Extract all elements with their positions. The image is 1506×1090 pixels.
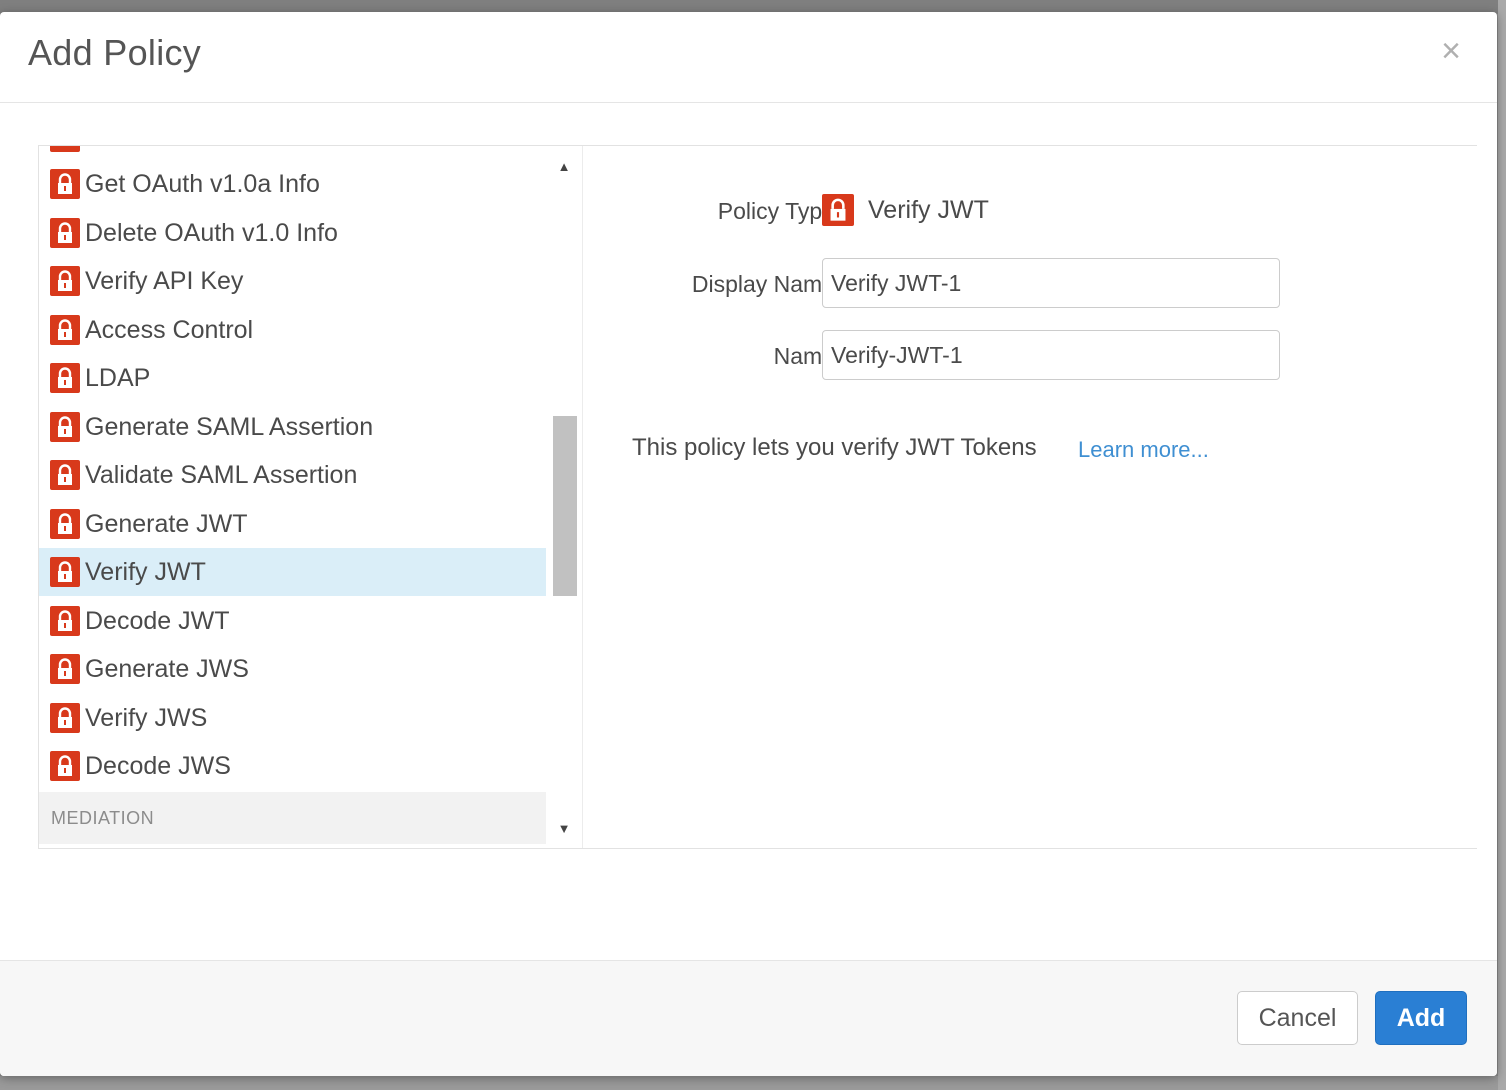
policy-list-item[interactable]: Delete OAuth v1.0 Info	[39, 209, 546, 257]
lock-icon	[822, 194, 854, 226]
policy-list-item-label: Generate JWS	[85, 654, 249, 683]
policy-list-item-label: Decode JWS	[85, 751, 231, 780]
display-name-input[interactable]	[822, 258, 1280, 308]
lock-icon	[50, 509, 80, 539]
policy-list-item[interactable]: Get OAuth v1.0a Info	[39, 160, 546, 208]
policy-list-item[interactable]: Generate SAML Assertion	[39, 403, 546, 451]
policy-list-item[interactable]: LDAP	[39, 354, 546, 402]
policy-list-item[interactable]: Access Control	[39, 306, 546, 354]
name-label: Name	[773, 343, 835, 369]
lock-icon	[50, 751, 80, 781]
lock-icon	[50, 460, 80, 490]
dialog-title: Add Policy	[28, 32, 202, 73]
policy-list-item[interactable]: Verify API Key	[39, 257, 546, 305]
scroll-up-arrow-icon[interactable]: ▲	[546, 154, 582, 178]
background-overlay	[1498, 0, 1506, 1090]
policy-list-item-label: Access Control	[85, 315, 254, 344]
policy-list-item[interactable]: Verify JWT	[39, 548, 546, 596]
background-editor-footer	[0, 1076, 1506, 1090]
policy-list-item[interactable]: Validate SAML Assertion	[39, 451, 546, 499]
lock-icon	[50, 654, 80, 684]
policy-list-item-label: Delete OAuth v1.0 Info	[85, 218, 338, 247]
section-header-mediation: MEDIATION	[39, 792, 546, 844]
dialog-footer: Cancel Add	[0, 960, 1497, 1076]
policy-list-item-label: Verify JWT	[85, 557, 206, 586]
policy-list-item-label: Decode JWT	[85, 606, 230, 635]
lock-icon	[50, 703, 80, 733]
policy-list-item[interactable]: Decode JWT	[39, 597, 546, 645]
learn-more-link[interactable]: Learn more...	[1078, 437, 1209, 463]
lock-icon	[50, 412, 80, 442]
add-policy-dialog: Add Policy × Get OAuth v1.0a Info Delete …	[0, 12, 1497, 1076]
policy-type-text: Verify JWT	[868, 195, 989, 224]
policy-list: Get OAuth v1.0a Info Delete OAuth v1.0 In…	[39, 146, 546, 848]
policy-list-item[interactable]: Decode JWS	[39, 742, 546, 790]
policy-type-value: Verify JWT	[822, 194, 989, 226]
policy-list-item-label: Get OAuth v1.0a Info	[85, 169, 320, 198]
policy-list-item[interactable]: Generate JWS	[39, 645, 546, 693]
policy-list-item-label: Verify API Key	[85, 266, 244, 295]
lock-icon	[50, 266, 80, 296]
policy-list-item-label: Generate JWT	[85, 509, 248, 538]
add-button[interactable]: Add	[1375, 991, 1467, 1045]
policy-list-item-label: LDAP	[85, 363, 151, 392]
name-input[interactable]	[822, 330, 1280, 380]
lock-icon	[50, 315, 80, 345]
policy-details-panel: Policy Type Verify JWT Display Name Name…	[582, 146, 1477, 848]
cancel-button[interactable]: Cancel	[1237, 991, 1358, 1045]
close-icon[interactable]: ×	[1441, 34, 1461, 68]
policy-type-label: Policy Type	[717, 198, 835, 224]
scrollbar-thumb[interactable]	[553, 416, 577, 596]
policy-list-item-label: Verify JWS	[85, 703, 208, 732]
section-header-label: MEDIATION	[51, 807, 155, 828]
lock-icon	[50, 557, 80, 587]
lock-icon	[50, 218, 80, 248]
dialog-header: Add Policy ×	[0, 12, 1497, 103]
lock-icon	[50, 146, 80, 152]
dialog-body: Get OAuth v1.0a Info Delete OAuth v1.0 In…	[38, 145, 1477, 849]
policy-list-item[interactable]: Verify JWS	[39, 694, 546, 742]
lock-icon	[50, 169, 80, 199]
lock-icon	[50, 606, 80, 636]
lock-icon	[50, 363, 80, 393]
policy-list-item-label: Validate SAML Assertion	[85, 460, 358, 489]
policy-description: This policy lets you verify JWT Tokens	[632, 434, 1037, 461]
policy-list-scrollbar[interactable]: ▲ ▼	[546, 146, 582, 848]
scroll-down-arrow-icon[interactable]: ▼	[546, 816, 582, 840]
display-name-label: Display Name	[691, 271, 835, 297]
policy-list-item-label: Generate SAML Assertion	[85, 412, 374, 441]
policy-list-item[interactable]: Generate JWT	[39, 500, 546, 548]
